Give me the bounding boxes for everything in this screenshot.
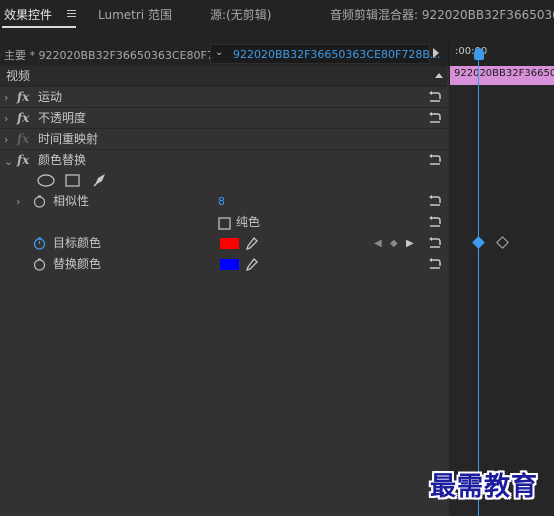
reset-icon[interactable]: [428, 257, 442, 271]
effect-name: 颜色替换: [38, 153, 87, 167]
effect-row-time-remapping[interactable]: › fx 时间重映射: [0, 128, 447, 149]
stopwatch-icon[interactable]: [33, 258, 46, 271]
param-label: 替换颜色: [53, 257, 102, 271]
panel-menu-icon[interactable]: [67, 10, 76, 18]
effect-row-color-replace[interactable]: ⌄ fx 颜色替换: [0, 149, 447, 170]
fx-icon[interactable]: fx: [17, 87, 29, 108]
param-row-solid-color[interactable]: 纯色: [0, 212, 447, 233]
param-row-replace-color[interactable]: 替换颜色: [0, 254, 447, 275]
pen-mask-icon[interactable]: [92, 172, 108, 188]
clip-name: 922020BB32F36650363: [454, 68, 554, 79]
clip-bar[interactable]: 922020BB32F36650363: [450, 66, 554, 85]
replace-color-swatch[interactable]: [220, 259, 239, 270]
collapse-chevron-icon[interactable]: ⌄: [4, 151, 13, 172]
rectangle-mask-icon[interactable]: [65, 174, 80, 187]
next-keyframe-icon[interactable]: ▶: [406, 233, 414, 254]
eyedropper-icon[interactable]: [245, 257, 259, 272]
video-section-header: 视频: [0, 66, 447, 86]
target-color-swatch[interactable]: [220, 238, 239, 249]
stopwatch-icon[interactable]: [33, 195, 46, 208]
effect-row-opacity[interactable]: › fx 不透明度: [0, 107, 447, 128]
tab-source[interactable]: 源:(无剪辑): [210, 0, 271, 30]
param-label: 目标颜色: [53, 236, 102, 250]
active-tab-indicator: [2, 26, 76, 28]
reset-icon[interactable]: [428, 194, 442, 208]
param-label: 相似性: [53, 194, 90, 208]
expand-chevron-icon[interactable]: ›: [16, 191, 20, 212]
expand-chevron-icon[interactable]: ›: [4, 108, 8, 129]
playhead-line[interactable]: [478, 60, 479, 516]
section-title: 视频: [6, 69, 31, 83]
effect-name: 时间重映射: [38, 132, 99, 146]
reset-icon[interactable]: [428, 215, 442, 229]
solid-color-checkbox[interactable]: [218, 217, 231, 230]
reset-icon[interactable]: [428, 111, 442, 125]
effect-name: 不透明度: [38, 111, 87, 125]
mask-tools-row: [0, 170, 447, 191]
fx-icon: fx: [17, 132, 30, 146]
tab-lumetri-scopes[interactable]: Lumetri 范围: [98, 0, 172, 30]
similarity-value[interactable]: 8: [218, 191, 225, 212]
watermark: 最需教育: [430, 472, 539, 502]
panel-tab-bar: 效果控件 Lumetri 范围 源:(无剪辑) 音频剪辑混合器: 922020B…: [0, 0, 554, 30]
fx-icon[interactable]: fx: [17, 108, 29, 129]
fx-icon[interactable]: fx: [17, 150, 29, 171]
effect-controls-panel: 视频 › fx 运动 › fx 不透明度 › fx 时间重映射 ⌄ fx 颜色替…: [0, 66, 449, 516]
param-row-target-color[interactable]: 目标颜色 ◀ ◆ ▶: [0, 233, 447, 254]
chevron-down-icon: ⌄: [215, 47, 224, 58]
toggle-timeline-icon[interactable]: [433, 48, 439, 58]
sequence-dropdown[interactable]: ⌄ 922020BB32F36650363CE80F728B...: [210, 44, 440, 64]
eyedropper-icon[interactable]: [245, 236, 259, 251]
expand-chevron-icon[interactable]: ›: [4, 87, 8, 108]
sequence-name: 922020BB32F36650363CE80F728B...: [233, 48, 441, 61]
stopwatch-active-icon[interactable]: [33, 237, 46, 250]
reset-icon[interactable]: [428, 153, 442, 167]
effect-row-motion[interactable]: › fx 运动: [0, 86, 447, 107]
checkbox-label: 纯色: [236, 215, 261, 229]
playhead-handle[interactable]: [474, 48, 484, 60]
effect-name: 运动: [38, 90, 63, 104]
ellipse-mask-icon[interactable]: [37, 174, 55, 187]
prev-keyframe-icon[interactable]: ◀: [374, 233, 382, 254]
master-clip-label[interactable]: 主要 * 922020BB32F36650363CE80F7...: [4, 47, 224, 63]
tab-audio-clip-mixer[interactable]: 音频剪辑混合器: 922020BB32F36650363: [330, 0, 554, 30]
param-row-similarity[interactable]: › 相似性 8: [0, 191, 447, 212]
reset-icon[interactable]: [428, 236, 442, 250]
scroll-up-icon[interactable]: [435, 73, 443, 78]
reset-icon[interactable]: [428, 90, 442, 104]
expand-chevron-icon[interactable]: ›: [4, 129, 8, 150]
keyframe-track-area[interactable]: [449, 85, 554, 516]
add-keyframe-icon[interactable]: ◆: [390, 233, 398, 254]
